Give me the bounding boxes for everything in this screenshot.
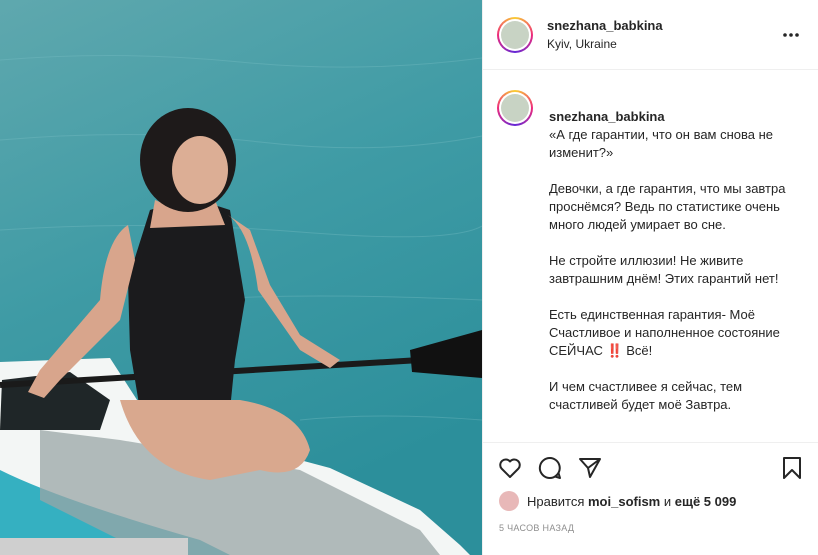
comment-icon[interactable] — [537, 455, 563, 481]
liker-avatar[interactable] — [499, 491, 519, 511]
post-caption: snezhana_babkina «А где гарантии, что он… — [483, 70, 818, 442]
action-bar — [497, 455, 805, 481]
likes-summary: Нравится moi_sofism и ещё 5 099 — [499, 491, 736, 511]
caption-paragraph: И чем счастливее я сейчас, тем счастливе… — [549, 379, 743, 412]
likes-and: и — [663, 493, 672, 509]
post-photo[interactable] — [0, 0, 482, 555]
location-link[interactable]: Kyiv, Ukraine — [547, 37, 663, 51]
horizontal-scrollbar[interactable] — [0, 538, 188, 555]
post-timestamp[interactable]: 5 ЧАСОВ НАЗАД — [499, 523, 574, 533]
likes-prefix: Нравится — [527, 493, 585, 509]
more-horizontal-icon[interactable] — [782, 26, 800, 44]
liker-username-link[interactable]: moi_sofism — [588, 494, 660, 509]
paper-plane-icon[interactable] — [577, 455, 603, 481]
likes-count-link[interactable]: ещё 5 099 — [675, 494, 737, 509]
post-actions: Нравится moi_sofism и ещё 5 099 5 ЧАСОВ … — [483, 442, 818, 554]
caption-first-line: snezhana_babkina «А где гарантии, что он… — [549, 90, 802, 162]
caption-text: snezhana_babkina «А где гарантии, что он… — [549, 90, 802, 442]
caption-paragraph: Не стройте иллюзии! Не живите завтрашним… — [549, 253, 779, 286]
caption-username-link[interactable]: snezhana_babkina — [549, 109, 665, 124]
avatar[interactable] — [497, 16, 533, 53]
post-side-panel: snezhana_babkina Kyiv, Ukraine snezhana_… — [482, 0, 818, 555]
bookmark-icon[interactable] — [779, 455, 805, 481]
post-header: snezhana_babkina Kyiv, Ukraine — [483, 0, 818, 70]
caption-avatar[interactable] — [497, 90, 533, 126]
caption-quote: «А где гарантии, что он вам снова не изм… — [549, 127, 774, 160]
caption-paragraph: Есть единственная гарантия- Моё Счастлив… — [549, 307, 780, 358]
heart-icon[interactable] — [497, 455, 523, 481]
photo-illustration — [0, 0, 482, 555]
caption-paragraph: Девочки, а где гарантия, что мы завтра п… — [549, 181, 786, 232]
username-link[interactable]: snezhana_babkina — [547, 18, 663, 33]
